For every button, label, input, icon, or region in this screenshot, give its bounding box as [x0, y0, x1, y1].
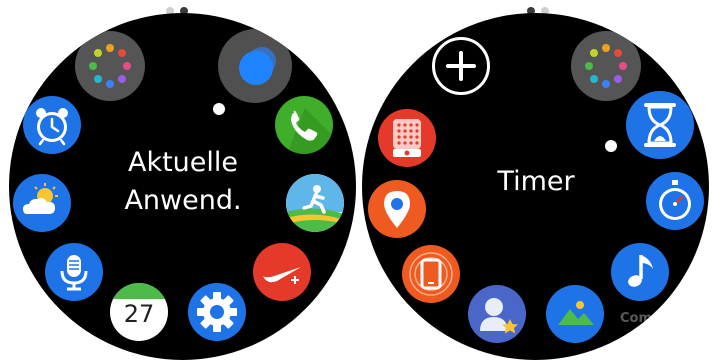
weather-icon [23, 183, 58, 214]
apps-icon [585, 44, 627, 88]
contacts-app[interactable] [468, 285, 526, 343]
apps-icon [89, 44, 131, 88]
voice-icon [60, 255, 88, 291]
location-app[interactable] [368, 180, 426, 238]
alarm-icon [36, 108, 68, 146]
nike-plus-app[interactable] [253, 243, 311, 301]
center-label-line2: Anwend. [124, 185, 242, 216]
location-icon [384, 191, 410, 228]
stopwatch-icon [659, 180, 691, 220]
timer-icon [644, 103, 676, 147]
center-label-line1: Aktuelle [127, 147, 239, 178]
nike-plus-icon [263, 267, 301, 284]
voice-app[interactable] [45, 243, 103, 301]
bezel-indicator [605, 140, 617, 152]
find-my-phone-app[interactable] [402, 245, 460, 303]
center-label: Aktuelle Anwend. [97, 144, 269, 220]
running-icon [286, 174, 344, 232]
watch-screen-recent-apps: 27 Aktuelle Anwend. [9, 13, 356, 360]
watermark-line2: Base [638, 325, 674, 340]
stopwatch-app[interactable] [646, 172, 704, 230]
recorder-icon [393, 119, 421, 157]
phone-app[interactable] [275, 96, 333, 154]
settings-icon [197, 292, 237, 332]
watch-screen-widgets: Timer [362, 13, 709, 360]
recent-app-selected[interactable] [218, 29, 292, 103]
apps-button[interactable] [75, 31, 145, 101]
watermark-line1: Computer [620, 311, 693, 326]
phone-icon [287, 108, 333, 154]
calendar-header [110, 283, 168, 299]
add-widget-icon [446, 51, 476, 81]
contacts-icon [480, 298, 518, 334]
watermark: Computer Base [620, 312, 692, 340]
recent-app-icon [239, 47, 276, 85]
bezel-indicator [213, 103, 225, 115]
alarm-app[interactable] [23, 96, 81, 154]
recorder-app[interactable] [378, 109, 436, 167]
calendar-date: 27 [123, 300, 155, 328]
gallery-icon [558, 301, 594, 325]
find-my-phone-icon [409, 252, 453, 296]
gallery-app[interactable] [546, 285, 604, 343]
weather-app[interactable] [13, 174, 71, 232]
center-label: Timer [497, 166, 575, 197]
timer-app-selected[interactable] [626, 91, 694, 159]
fitness-app[interactable] [286, 174, 344, 232]
add-widget-button[interactable] [432, 37, 490, 95]
calendar-app[interactable]: 27 [110, 283, 168, 341]
apps-button[interactable] [571, 31, 641, 101]
settings-app[interactable] [188, 283, 246, 341]
music-app[interactable] [611, 243, 669, 301]
music-icon [628, 255, 653, 287]
